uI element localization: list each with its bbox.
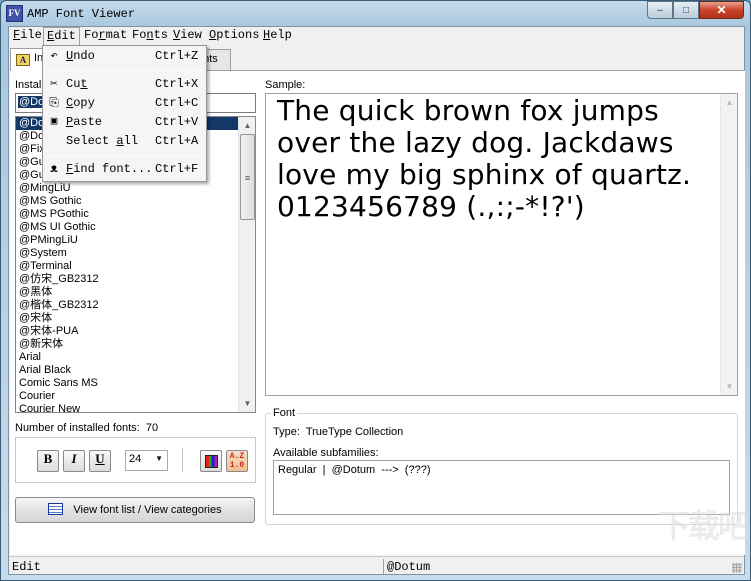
maximize-button[interactable]: □ <box>673 1 699 19</box>
menu-options[interactable]: Options <box>206 27 262 46</box>
subfamilies-label: Available subfamilies: <box>273 447 379 459</box>
font-list-item[interactable]: @MingLiU <box>16 182 238 195</box>
copy-icon: ⎘ <box>49 96 59 110</box>
font-list-item[interactable]: @黑体 <box>16 286 238 299</box>
font-list-item[interactable]: @PMingLiU <box>16 234 238 247</box>
sample-label: Sample: <box>265 79 306 91</box>
font-list-item[interactable]: @MS UI Gothic <box>16 221 238 234</box>
sample-scrollbar[interactable]: ▲ ▼ <box>720 94 737 395</box>
menu-view[interactable]: View <box>170 27 205 46</box>
toolbar-divider <box>182 448 183 472</box>
menu-separator <box>47 70 202 71</box>
font-list-item[interactable]: Courier New <box>16 403 238 412</box>
font-count-value: 70 <box>145 422 159 434</box>
chevron-down-icon: ▼ <box>155 454 163 463</box>
table-icon <box>48 503 64 515</box>
menu-item-cut[interactable]: ✂ Cut Ctrl+X <box>43 75 206 93</box>
format-toolbox: B I U 24 ▼ A.Z 1.0 <box>15 437 256 483</box>
undo-icon: ↶ <box>50 49 58 63</box>
font-list-item[interactable]: @楷体_GB2312 <box>16 299 238 312</box>
menu-separator <box>47 155 202 156</box>
menu-item-select-all[interactable]: Select all Ctrl+A <box>43 132 206 150</box>
menu-bar: File Edit Format Fonts View Options Help <box>9 27 744 46</box>
cut-icon: ✂ <box>50 77 58 91</box>
minimize-icon: – <box>657 4 663 16</box>
charmap-button[interactable]: A.Z 1.0 <box>226 450 248 472</box>
color-grid-button[interactable] <box>200 450 222 472</box>
binoculars-icon: ᴥ <box>50 162 58 176</box>
paste-icon: ▣ <box>50 116 58 128</box>
font-list-item[interactable]: Comic Sans MS <box>16 377 238 390</box>
view-font-list-button[interactable]: View font list / View categories <box>15 497 255 523</box>
menu-help[interactable]: Help <box>260 27 295 46</box>
menu-file[interactable]: File <box>10 27 45 46</box>
status-text: Edit <box>12 560 41 574</box>
scroll-down-icon[interactable]: ▼ <box>721 378 737 395</box>
font-count-label: Number of installed fonts: 70 <box>15 422 159 434</box>
font-list-item[interactable]: @MS Gothic <box>16 195 238 208</box>
menu-item-copy[interactable]: ⎘ Copy Ctrl+C <box>43 94 206 112</box>
font-list-item[interactable]: @System <box>16 247 238 260</box>
font-folder-icon: A <box>16 54 30 66</box>
font-list-item[interactable]: Courier <box>16 390 238 403</box>
watermark: 下载吧 <box>657 507 750 545</box>
menu-format[interactable]: Format <box>81 27 130 46</box>
font-list-item[interactable]: @宋体 <box>16 312 238 325</box>
font-type-value: TrueType Collection <box>305 426 404 438</box>
status-divider <box>383 559 384 574</box>
menu-item-find-font[interactable]: ᴥ Find font... Ctrl+F <box>43 160 206 178</box>
italic-button[interactable]: I <box>63 450 85 472</box>
az-icon: A.Z <box>229 452 245 461</box>
sample-preview[interactable]: The quick brown fox jumps over the lazy … <box>265 93 738 396</box>
menu-item-undo[interactable]: ↶ Undo Ctrl+Z <box>43 47 206 65</box>
bold-button[interactable]: B <box>37 450 59 472</box>
menu-fonts[interactable]: Fonts <box>129 27 171 46</box>
menu-edit[interactable]: Edit <box>43 27 80 46</box>
font-list-item[interactable]: @新宋体 <box>16 338 238 351</box>
menu-item-paste[interactable]: ▣ Paste Ctrl+V <box>43 113 206 131</box>
font-list-scrollbar[interactable]: ▲ ≡ ▼ <box>238 117 255 412</box>
color-grid-icon <box>204 455 218 468</box>
app-window: FV AMP Font Viewer – □ ✕ File Edit Forma… <box>0 0 751 581</box>
scroll-up-icon[interactable]: ▲ <box>239 117 255 134</box>
underline-button[interactable]: U <box>89 450 111 472</box>
window-title: AMP Font Viewer <box>27 7 136 21</box>
close-icon: ✕ <box>716 3 727 17</box>
scroll-up-icon[interactable]: ▲ <box>721 94 737 111</box>
maximize-icon: □ <box>682 4 690 16</box>
font-list-item[interactable]: @Terminal <box>16 260 238 273</box>
font-size-select[interactable]: 24 ▼ <box>125 450 168 471</box>
font-group-title: Font <box>271 407 298 419</box>
minimize-button[interactable]: – <box>647 1 673 19</box>
sample-text: The quick brown fox jumps over the lazy … <box>277 94 692 223</box>
title-bar[interactable]: FV AMP Font Viewer – □ ✕ <box>1 1 750 26</box>
status-font: @Dotum <box>387 560 431 574</box>
font-list-item[interactable]: @仿宋_GB2312 <box>16 273 238 286</box>
close-button[interactable]: ✕ <box>699 1 744 19</box>
font-list-item[interactable]: @MS PGothic <box>16 208 238 221</box>
font-list-item[interactable]: Arial Black <box>16 364 238 377</box>
font-type: Type: TrueType Collection <box>273 426 404 438</box>
font-list-item[interactable]: Arial <box>16 351 238 364</box>
status-bar: Edit @Dotum <box>9 556 744 575</box>
edit-menu-dropdown: ↶ Undo Ctrl+Z ✂ Cut Ctrl+X ⎘ Copy Ctrl+C… <box>42 45 207 182</box>
app-icon: FV <box>6 5 23 22</box>
scroll-down-icon[interactable]: ▼ <box>239 395 255 412</box>
font-list-item[interactable]: @宋体-PUA <box>16 325 238 338</box>
resize-grip-icon[interactable] <box>732 563 742 573</box>
scroll-thumb[interactable]: ≡ <box>240 134 255 220</box>
